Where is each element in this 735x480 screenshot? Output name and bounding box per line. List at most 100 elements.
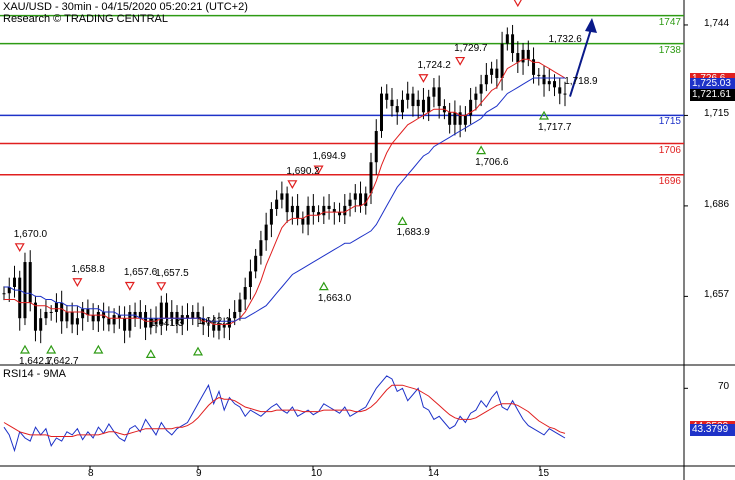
- price-bar-body: [458, 112, 462, 125]
- price-bar-body: [385, 93, 389, 100]
- price-bar-body: [70, 311, 74, 325]
- price-bar-body: [75, 318, 79, 325]
- price-bar-body: [495, 68, 499, 78]
- price-bar-body: [23, 262, 27, 319]
- price-bar-body: [427, 96, 431, 113]
- price-annotation: 1,729.7: [454, 42, 488, 54]
- price-bar-body: [107, 318, 111, 325]
- price-annotation: 1,641.3: [150, 318, 184, 330]
- chart-subtitle: Research © TRADING CENTRAL: [3, 13, 168, 25]
- price-bar-body: [516, 53, 520, 63]
- price-y-tick-label: 1,715: [704, 108, 730, 120]
- x-tick-label: 10: [311, 468, 323, 479]
- price-y-tick-label: 1,686: [704, 198, 730, 210]
- price-bar-body: [28, 262, 32, 303]
- price-bar-body: [49, 311, 53, 313]
- price-bar-body: [269, 209, 273, 225]
- price-bar-body: [322, 205, 326, 216]
- price-annotation: 1,658.8: [71, 263, 105, 275]
- price-y-tick-label: 1,744: [704, 17, 730, 29]
- price-y-tick-label: 1,657: [704, 289, 730, 301]
- price-bar-body: [511, 34, 515, 54]
- price-bar-body: [448, 112, 452, 125]
- x-tick-label: 9: [196, 468, 202, 479]
- price-bar-body: [537, 74, 541, 76]
- price-annotation: 1,670.0: [13, 228, 48, 240]
- price-bar-body: [374, 131, 378, 163]
- x-tick-label: 8: [88, 468, 94, 479]
- level-label-1715: 1715: [658, 116, 681, 128]
- level-label-1706: 1706: [658, 144, 681, 156]
- price-bar-body: [39, 318, 43, 331]
- price-bar-body: [453, 112, 457, 125]
- price-bar-body: [406, 93, 410, 100]
- chart-stage: XAU/USD - 30min - 04/15/2020 05:20:21 (U…: [0, 0, 735, 480]
- price-bar-body: [521, 49, 525, 63]
- price-bar-body: [285, 193, 289, 213]
- price-bar-body: [60, 302, 64, 322]
- price-bar-body: [301, 218, 305, 225]
- level-label-1696: 1696: [658, 175, 681, 187]
- price-bar-body: [553, 81, 557, 88]
- x-tick-label: 14: [428, 468, 440, 479]
- price-bar-body: [463, 115, 467, 125]
- price-bar-body: [390, 99, 394, 107]
- price-annotation: 1,717.7: [538, 122, 572, 133]
- price-bar-body: [369, 162, 373, 194]
- price-bar-body: [81, 308, 85, 319]
- price-bar-body: [343, 205, 347, 216]
- price-bar-body: [238, 299, 242, 312]
- price-bar-body: [44, 311, 48, 319]
- price-annotation: 1,657.5: [155, 267, 189, 279]
- price-bar-body: [505, 34, 509, 44]
- price-bar-body: [563, 93, 567, 95]
- price-bar-body: [259, 240, 263, 256]
- price-bar-body: [421, 99, 425, 113]
- price-bar-body: [12, 277, 16, 288]
- price-bar-body: [33, 302, 37, 331]
- price-bar-body: [479, 84, 483, 94]
- price-bar-body: [526, 49, 530, 60]
- price-bar-body: [248, 271, 252, 288]
- price-bar-body: [280, 193, 284, 200]
- price-bar-body: [296, 205, 300, 219]
- price-bar-body: [364, 193, 368, 206]
- price-annotation: 1,724.2: [417, 59, 451, 71]
- price-bar-body: [254, 255, 258, 272]
- price-bar-body: [311, 205, 315, 213]
- price-bar-body: [542, 74, 546, 85]
- price-bar-body: [437, 87, 441, 107]
- rsi-panel-label: RSI14 - 9MA: [3, 368, 66, 380]
- price-bar-body: [144, 311, 148, 328]
- price-annotation: 1,657.6: [123, 267, 158, 279]
- price-annotation: 1,642.7: [45, 355, 79, 367]
- price-bar-body: [91, 315, 95, 322]
- rsi-y-tick-label: 70: [718, 381, 730, 393]
- price-bar-body: [233, 311, 237, 319]
- price-bar-body: [558, 87, 562, 94]
- price-bar-body: [500, 43, 504, 78]
- price-annotation: 1,732.6: [548, 33, 582, 45]
- price-bar-body: [170, 311, 174, 319]
- price-bar-body: [191, 311, 195, 319]
- price-annotation: 1,718.9: [564, 76, 598, 88]
- price-bar-body: [264, 224, 268, 241]
- price-bar-body: [327, 205, 331, 210]
- price-bar-body: [395, 106, 399, 113]
- price-bar-body: [547, 81, 551, 85]
- price-bar-body: [490, 68, 494, 75]
- price-bar-body: [290, 205, 294, 213]
- price-tag: 1,721.61: [690, 88, 735, 101]
- price-bar-body: [474, 93, 478, 100]
- price-bar-body: [411, 93, 415, 107]
- price-annotation: 1,690.2: [286, 165, 320, 177]
- price-bar-body: [65, 311, 69, 322]
- price-bar-body: [359, 193, 363, 206]
- price-bar-body: [112, 315, 116, 325]
- x-tick-label: 15: [538, 468, 550, 479]
- price-bar-body: [96, 311, 100, 322]
- price-bar-body: [243, 287, 247, 300]
- price-bar-body: [275, 199, 279, 210]
- price-bar-body: [2, 293, 6, 295]
- chart-title: XAU/USD - 30min - 04/15/2020 05:20:21 (U…: [3, 1, 248, 13]
